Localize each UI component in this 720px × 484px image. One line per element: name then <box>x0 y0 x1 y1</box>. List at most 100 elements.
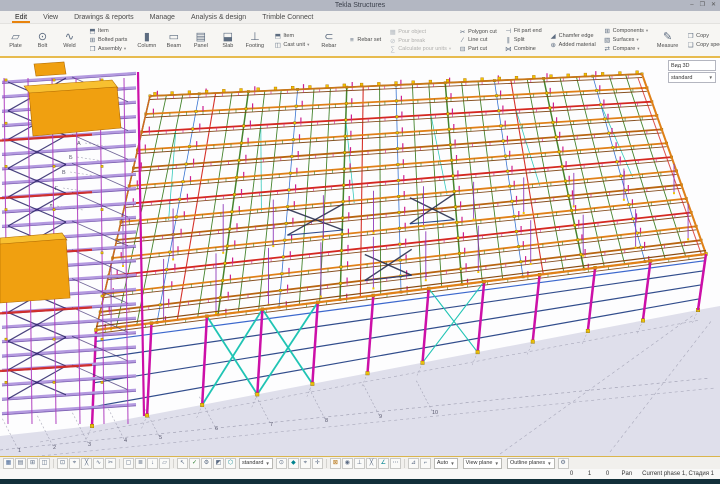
ribbon-group-10: ⊞Components▾▧Surfaces▾⇄Compare▾ <box>602 25 650 55</box>
snap-extension-icon[interactable]: ⋯ <box>390 458 401 469</box>
plate-button[interactable]: ▱Plate <box>2 25 29 55</box>
added-material-icon: ⊕ <box>550 41 557 49</box>
item-icon: ⬒ <box>89 27 96 35</box>
bolted-parts-button[interactable]: ⊞Bolted parts <box>89 36 127 44</box>
snap-settings-icon[interactable]: ⚙ <box>558 458 569 469</box>
tab-analysis-design[interactable]: Analysis & design <box>184 13 253 23</box>
item-button[interactable]: ⬒Item <box>89 27 127 35</box>
pour-break-icon: ⊘ <box>389 37 396 45</box>
snap-override-icon[interactable]: ⌐ <box>420 458 431 469</box>
snap-reference-points-icon[interactable]: ⊙ <box>276 458 287 469</box>
beam-button[interactable]: ▭Beam <box>160 25 187 55</box>
cast-unit-button[interactable]: ◫Cast unit▾ <box>274 41 309 49</box>
snap-plane-dropdown[interactable]: View plane▼ <box>463 458 502 469</box>
select-points-icon[interactable]: ⌖ <box>69 458 80 469</box>
weld-button[interactable]: ∿Weld <box>56 25 83 55</box>
calculate-pour-units-button: ∑Calculate pour units▾ <box>389 46 451 53</box>
ribbon-group-5: ≡Rebar set <box>346 25 383 55</box>
tab-drawings-reports[interactable]: Drawings & reports <box>67 13 141 23</box>
select-objects-in-components-icon[interactable]: ⬡ <box>225 458 236 469</box>
assembly-button[interactable]: ❒Assembly▾ <box>89 45 127 53</box>
fit-part-end-button[interactable]: ⊣Fit part end <box>505 27 542 35</box>
panel-icon: ▤ <box>196 31 206 43</box>
select-objects-in-assemblies-icon[interactable]: ◩ <box>213 458 224 469</box>
select-reinforcement-icon[interactable]: ≣ <box>135 458 146 469</box>
measure-icon: ✎ <box>663 31 672 43</box>
ribbon-group-0: ▱Plate⊙Bolt∿Weld <box>2 25 83 55</box>
combine-button[interactable]: ⋈Combine <box>505 45 542 53</box>
copy-button[interactable]: ❐Copy <box>687 32 720 40</box>
select-cuts-icon[interactable]: ✂ <box>105 458 116 469</box>
item-concrete-button[interactable]: ⬒Item <box>274 32 309 40</box>
snap-any-icon[interactable]: ✛ <box>312 458 323 469</box>
surfaces-button[interactable]: ▧Surfaces▾ <box>604 36 648 44</box>
bolt-button[interactable]: ⊙Bolt <box>29 25 56 55</box>
select-all-icon[interactable]: ▦ <box>3 458 14 469</box>
status-bar: 0 1 0 Pan Current phase 1, Стадия 1 <box>0 469 720 479</box>
bottom-toolbar: ▦▤⊞◫⊡⌖╳∿✂▢≣↓▱↖✓⚙◩⬡standard▼⊙◆⌖✛⊠◉⊥╳∠⋯⊿⌐A… <box>0 456 720 469</box>
snap-geometry-points-icon[interactable]: ◆ <box>288 458 299 469</box>
chamfer-edge-button[interactable]: ◢Chamfer edge <box>550 32 596 40</box>
snap-end-icon[interactable]: ⊠ <box>330 458 341 469</box>
select-filter-icon[interactable]: ⚙ <box>201 458 212 469</box>
chevron-down-icon: ▼ <box>547 461 551 466</box>
snap-perpendicular-icon[interactable]: ∠ <box>378 458 389 469</box>
tab-manage[interactable]: Manage <box>143 13 182 23</box>
column-button[interactable]: ▮Column <box>133 25 160 55</box>
rebar-button[interactable]: ⊂Rebar <box>315 25 342 55</box>
panel-button[interactable]: ▤Panel <box>187 25 214 55</box>
snap-depth-dropdown[interactable]: Auto▼ <box>434 458 458 469</box>
cast-unit-icon: ◫ <box>274 41 281 49</box>
close-button[interactable]: ✕ <box>711 0 716 11</box>
select-assemblies-icon[interactable]: ◫ <box>39 458 50 469</box>
added-material-button[interactable]: ⊕Added material <box>550 41 596 49</box>
model-3d-view[interactable]: 12345678910АБВГД <box>0 58 720 456</box>
snap-center-icon[interactable]: ◉ <box>342 458 353 469</box>
select-objects-icon[interactable]: ⊡ <box>57 458 68 469</box>
view-overlay-panel: Вид 3D standard▼ <box>668 60 716 83</box>
snap-nearest-icon[interactable]: ⌖ <box>300 458 311 469</box>
snap-free-icon[interactable]: ⊿ <box>408 458 419 469</box>
selection-filter-box[interactable]: standard▼ <box>668 72 716 83</box>
minimize-button[interactable]: – <box>690 0 693 11</box>
select-grids-icon[interactable]: ╳ <box>81 458 92 469</box>
svg-text:Б: Б <box>69 155 73 161</box>
select-loads-icon[interactable]: ↓ <box>147 458 158 469</box>
snap-intersection-icon[interactable]: ╳ <box>366 458 377 469</box>
polygon-cut-button[interactable]: ✂Polygon cut <box>459 28 497 36</box>
select-welds-icon[interactable]: ∿ <box>93 458 104 469</box>
select-planes-icon[interactable]: ▱ <box>159 458 170 469</box>
select-views-icon[interactable]: ▢ <box>123 458 134 469</box>
view-name-box[interactable]: Вид 3D <box>668 60 716 71</box>
maximize-button[interactable]: ❐ <box>700 0 705 11</box>
rebar-set-icon: ≡ <box>348 37 355 44</box>
footing-button[interactable]: ⊥Footing <box>241 25 268 55</box>
measure-button[interactable]: ✎Measure <box>654 25 681 55</box>
snap-outline-dropdown[interactable]: Outline planes▼ <box>507 458 555 469</box>
compare-button[interactable]: ⇄Compare▾ <box>604 45 648 53</box>
line-cut-button[interactable]: ∕Line cut <box>459 37 497 44</box>
chevron-down-icon: ▼ <box>709 75 713 80</box>
drag-and-drop-icon[interactable]: ↖ <box>177 458 188 469</box>
tab-trimble-connect[interactable]: Trimble Connect <box>255 13 320 23</box>
part-cut-button[interactable]: ⊟Part cut <box>459 45 497 53</box>
compare-icon: ⇄ <box>604 45 611 53</box>
select-components-icon[interactable]: ⊞ <box>27 458 38 469</box>
smart-select-icon[interactable]: ✓ <box>189 458 200 469</box>
selection-filter-dropdown[interactable]: standard▼ <box>239 458 273 469</box>
rebar-set-button[interactable]: ≡Rebar set <box>348 37 381 44</box>
ribbon-tab-row: EditViewDrawings & reportsManageAnalysis… <box>0 11 720 24</box>
model-viewport[interactable]: 12345678910АБВГД Вид 3D standard▼ <box>0 58 720 456</box>
ribbon-group-2: ▮Column▭Beam▤Panel⬓Slab⊥Footing <box>133 25 268 55</box>
slab-button[interactable]: ⬓Slab <box>214 25 241 55</box>
components-button[interactable]: ⊞Components▾ <box>604 27 648 35</box>
ribbon-group-11: ✎Measure <box>654 25 681 55</box>
split-button[interactable]: ∥Split <box>505 36 542 44</box>
copy-special-button[interactable]: ❑Copy special▾ <box>687 41 720 49</box>
select-parts-icon[interactable]: ▤ <box>15 458 26 469</box>
slab-icon: ⬓ <box>223 31 233 43</box>
snap-midpoint-icon[interactable]: ⊥ <box>354 458 365 469</box>
tab-edit[interactable]: Edit <box>8 13 34 23</box>
tab-view[interactable]: View <box>36 13 65 23</box>
toolbar-separator <box>404 459 405 468</box>
